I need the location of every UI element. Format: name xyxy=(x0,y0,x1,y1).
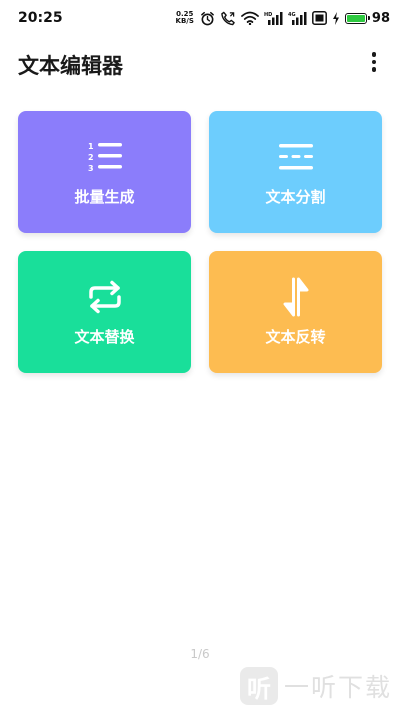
more-dot xyxy=(371,59,377,65)
call-icon xyxy=(221,11,235,25)
watermark-text: 一听下载 xyxy=(283,673,392,702)
battery-icon xyxy=(344,12,370,24)
signal-icon: 4G xyxy=(288,12,307,25)
watermark-logo: 听 xyxy=(239,667,278,705)
status-bar: 20:25 0.25 KB/S HD 4G 98 xyxy=(0,0,400,36)
more-dot xyxy=(371,67,377,72)
status-icons: 0.25 KB/S HD 4G 98 xyxy=(176,9,390,27)
watermark: 听 一听下载 xyxy=(239,667,392,705)
batch-generate-label: 批量生成 xyxy=(74,188,135,206)
status-time: 20:25 xyxy=(18,10,63,26)
text-replace-button[interactable]: 文本替换 xyxy=(18,251,191,373)
net-speed-indicator: 0.25 KB/S xyxy=(176,11,194,25)
text-split-label: 文本分割 xyxy=(265,188,326,206)
sim-icon xyxy=(311,11,327,25)
split-icon xyxy=(274,137,318,177)
battery-percent: 98 xyxy=(371,10,390,26)
signal1-label: HD xyxy=(264,12,272,18)
reverse-icon xyxy=(274,277,318,317)
net-speed-unit: KB/S xyxy=(175,17,194,25)
list-number: 1 xyxy=(88,142,94,151)
swap-icon xyxy=(83,277,127,317)
page-title: 文本编辑器 xyxy=(18,54,123,78)
text-replace-label: 文本替换 xyxy=(74,328,135,346)
more-vert-icon[interactable] xyxy=(362,48,386,76)
batch-generate-button[interactable]: 1 2 3 批量生成 xyxy=(18,111,191,233)
signal-icon: HD xyxy=(264,12,283,25)
text-reverse-button[interactable]: 文本反转 xyxy=(209,251,382,373)
list-number: 3 xyxy=(88,164,94,173)
wifi-icon xyxy=(241,11,259,25)
charging-icon xyxy=(332,11,339,25)
text-reverse-label: 文本反转 xyxy=(265,328,326,346)
page-indicator: 1/6 xyxy=(190,647,210,661)
battery-level-fill xyxy=(346,14,365,22)
more-dot xyxy=(371,52,377,57)
alarm-icon xyxy=(201,11,214,25)
list-number: 2 xyxy=(88,153,94,162)
signal2-label: 4G xyxy=(288,12,296,18)
text-split-button[interactable]: 文本分割 xyxy=(209,111,382,233)
numbered-list-icon: 1 2 3 xyxy=(83,137,127,177)
